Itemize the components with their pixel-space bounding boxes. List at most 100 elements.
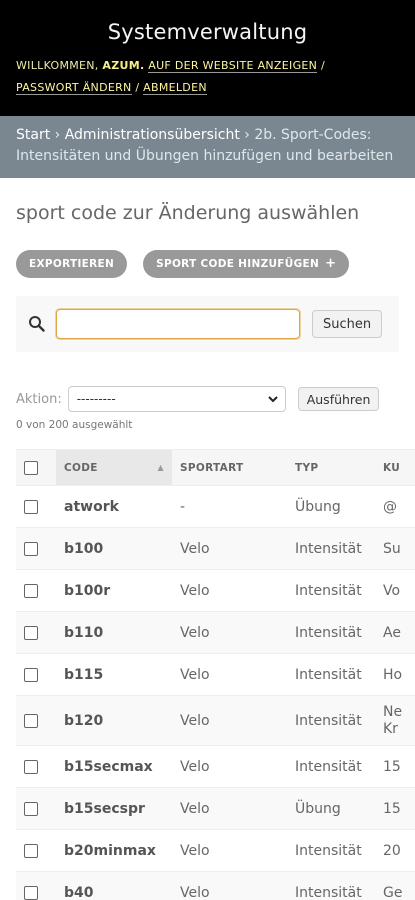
result-table: Code ▲ Sportart Typ Ku atwork - Übung @ b100 V…	[16, 449, 415, 900]
row-checkbox[interactable]	[24, 843, 38, 858]
short-cell: 20	[375, 829, 415, 872]
row-checkbox[interactable]	[24, 759, 38, 774]
page-title: sport code zur Änderung auswählen	[16, 202, 360, 224]
type-cell: Intensität	[287, 653, 375, 696]
column-header-code[interactable]: Code ▲	[56, 449, 172, 486]
action-bar: Aktion: --------- Ausführen	[16, 384, 399, 414]
sport-cell: Velo	[172, 871, 287, 900]
short-cell: 15	[375, 787, 415, 830]
code-link[interactable]: b100r	[56, 569, 172, 612]
code-link[interactable]: b110	[56, 611, 172, 654]
table-row: b40 Velo Intensität Ge	[16, 871, 415, 900]
row-select-cell	[16, 695, 56, 746]
username: azum.	[102, 59, 145, 72]
row-select-cell	[16, 745, 56, 788]
action-select[interactable]: ---------	[67, 386, 286, 412]
table-row: b15secmax Velo Intensität 15	[16, 745, 415, 788]
column-header-type[interactable]: Typ	[287, 449, 375, 486]
code-link[interactable]: b20minmax	[56, 829, 172, 872]
export-button[interactable]: Exportieren	[16, 250, 128, 278]
type-cell: Übung	[287, 787, 375, 830]
short-cell: Su	[375, 527, 415, 570]
type-cell: Intensität	[287, 527, 375, 570]
row-select-cell	[16, 829, 56, 872]
view-site-link[interactable]: Auf der Website anzeigen	[148, 59, 318, 73]
breadcrumb-home[interactable]: Start	[16, 127, 50, 143]
table-row: b100 Velo Intensität Su	[16, 527, 415, 570]
table-row: atwork - Übung @	[16, 485, 415, 528]
sport-cell: -	[172, 485, 287, 528]
code-link[interactable]: b100	[56, 527, 172, 570]
short-cell: 15	[375, 745, 415, 788]
table-row: b100r Velo Intensität Vo	[16, 569, 415, 612]
selection-counter: 0 von 200 ausgewählt	[16, 419, 133, 431]
action-selected-value: ---------	[76, 392, 116, 406]
short-cell: @	[375, 485, 415, 528]
type-cell: Intensität	[287, 569, 375, 612]
add-label: Sport code hinzufügen	[156, 258, 320, 270]
sport-cell: Velo	[172, 653, 287, 696]
add-sport-code-button[interactable]: Sport code hinzufügen +	[143, 250, 350, 278]
row-select-cell	[16, 787, 56, 830]
short-cell: Vo	[375, 569, 415, 612]
short-cell: Ne Kr	[375, 695, 415, 746]
row-checkbox[interactable]	[24, 801, 38, 816]
table-row: b120 Velo Intensität Ne Kr	[16, 695, 415, 746]
column-header-sport[interactable]: Sportart	[172, 449, 287, 486]
site-header: Systemverwaltung Willkommen, azum. Auf d…	[0, 0, 415, 116]
table-row: b115 Velo Intensität Ho	[16, 653, 415, 696]
breadcrumb-admin[interactable]: Administrationsübersicht	[65, 127, 240, 143]
code-link[interactable]: b120	[56, 695, 172, 746]
logout-link[interactable]: Abmelden	[143, 81, 207, 95]
separator: /	[320, 59, 325, 72]
code-link[interactable]: b15secmax	[56, 745, 172, 788]
code-link[interactable]: b115	[56, 653, 172, 696]
code-link[interactable]: b40	[56, 871, 172, 900]
search-input[interactable]	[56, 309, 300, 339]
welcome-text: Willkommen,	[16, 59, 99, 72]
user-tools: Willkommen, azum. Auf der Website anzeig…	[16, 55, 399, 99]
column-header-code-label: Code	[64, 461, 98, 474]
plus-icon: +	[325, 256, 337, 271]
row-select-cell	[16, 611, 56, 654]
site-title: Systemverwaltung	[107, 20, 308, 44]
short-cell: Ge	[375, 871, 415, 900]
sport-cell: Velo	[172, 527, 287, 570]
main-content: sport code zur Änderung auswählen Export…	[0, 200, 415, 900]
chevron-down-icon	[267, 388, 279, 420]
breadcrumb: Start › Administrationsübersicht › 2b. S…	[0, 116, 415, 178]
sport-cell: Velo	[172, 569, 287, 612]
row-checkbox[interactable]	[24, 885, 38, 900]
table-body: atwork - Übung @ b100 Velo Intensität Su b100r Ve…	[16, 485, 415, 900]
type-cell: Intensität	[287, 871, 375, 900]
breadcrumb-separator: ›	[54, 127, 61, 143]
export-label: Exportieren	[29, 258, 115, 270]
change-password-link[interactable]: Passwort ändern	[16, 81, 132, 95]
search-button[interactable]: Suchen	[312, 310, 383, 338]
code-link[interactable]: b15secspr	[56, 787, 172, 830]
select-all-checkbox[interactable]	[24, 460, 38, 475]
code-link[interactable]: atwork	[56, 485, 172, 528]
row-checkbox[interactable]	[24, 583, 38, 598]
sort-asc-icon[interactable]: ▲	[158, 463, 164, 472]
sport-cell: Velo	[172, 829, 287, 872]
column-header-short[interactable]: Ku	[375, 449, 415, 486]
sport-cell: Velo	[172, 695, 287, 746]
type-cell: Intensität	[287, 745, 375, 788]
row-checkbox[interactable]	[24, 713, 38, 728]
type-cell: Intensität	[287, 611, 375, 654]
type-cell: Übung	[287, 485, 375, 528]
run-action-button[interactable]: Ausführen	[297, 387, 380, 411]
type-cell: Intensität	[287, 829, 375, 872]
row-checkbox[interactable]	[24, 667, 38, 682]
table-row: b110 Velo Intensität Ae	[16, 611, 415, 654]
sport-cell: Velo	[172, 787, 287, 830]
row-checkbox[interactable]	[24, 541, 38, 556]
search-icon	[28, 315, 46, 333]
object-tools: Exportieren Sport code hinzufügen +	[16, 250, 399, 278]
row-checkbox[interactable]	[24, 499, 38, 514]
sport-cell: Velo	[172, 745, 287, 788]
separator: /	[135, 81, 140, 94]
search-toolbar: Suchen	[16, 296, 399, 352]
row-checkbox[interactable]	[24, 625, 38, 640]
